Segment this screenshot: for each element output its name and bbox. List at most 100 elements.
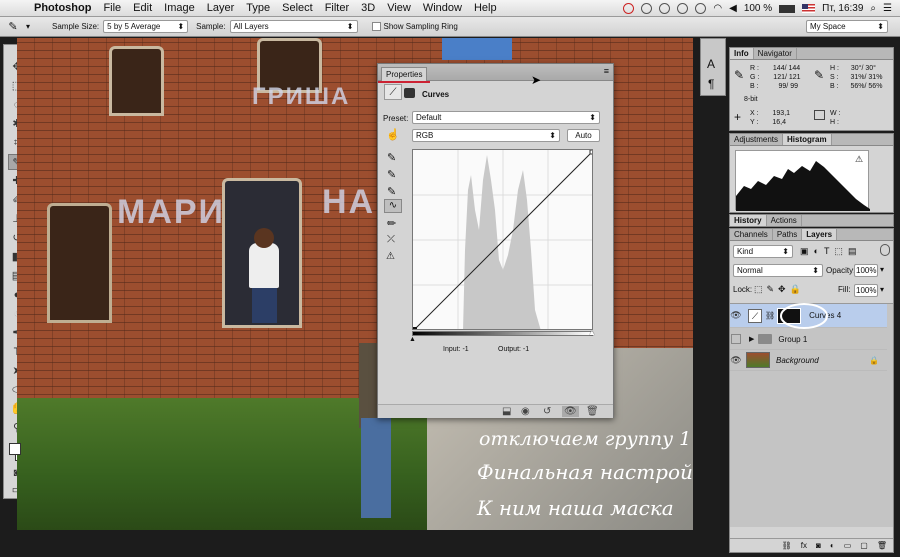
workspace-select[interactable]: My Space ⬍ bbox=[806, 20, 888, 33]
black-point-eyedropper-icon[interactable]: ✎ bbox=[387, 151, 396, 164]
status-icon[interactable] bbox=[641, 3, 653, 14]
panel-menu-icon[interactable]: ≡ bbox=[604, 66, 609, 76]
gray-point-eyedropper-icon[interactable]: ✎ bbox=[387, 168, 396, 181]
cache-warning-icon[interactable]: ⚠ bbox=[855, 154, 863, 165]
target-adjust-icon[interactable]: ☝ bbox=[386, 128, 400, 141]
channel-select[interactable]: RGB ⬍ bbox=[412, 129, 560, 142]
layer-row[interactable]: 👁 Background 🔒 bbox=[730, 350, 887, 371]
opacity-field[interactable]: 100% bbox=[854, 264, 878, 277]
visibility-eye-icon[interactable]: 👁 bbox=[730, 310, 742, 321]
white-point-eyedropper-icon[interactable]: ✎ bbox=[387, 185, 396, 198]
menu-type[interactable]: Type bbox=[240, 2, 276, 14]
tab-histogram[interactable]: Histogram bbox=[783, 134, 832, 145]
girl-head bbox=[254, 228, 274, 248]
menu-app-name[interactable]: Photoshop bbox=[28, 2, 97, 14]
filter-kind-select[interactable]: Kind ⬍ bbox=[733, 245, 793, 258]
clock-icon[interactable] bbox=[677, 3, 689, 14]
visibility-toggle-empty[interactable] bbox=[731, 334, 741, 344]
menu-select[interactable]: Select bbox=[276, 2, 319, 14]
delete-layer-icon[interactable]: 🗑 bbox=[877, 541, 887, 550]
menu-window[interactable]: Window bbox=[417, 2, 468, 14]
menu-edit[interactable]: Edit bbox=[127, 2, 158, 14]
sample-select[interactable]: All Layers ⬍ bbox=[229, 20, 358, 33]
tab-actions[interactable]: Actions bbox=[767, 215, 802, 226]
layer-row[interactable]: ▶ Group 1 bbox=[730, 329, 887, 350]
paragraph-panel-icon[interactable]: ¶ bbox=[708, 77, 714, 91]
annotation-circle-icon bbox=[780, 303, 828, 329]
tab-layers[interactable]: Layers bbox=[802, 229, 838, 240]
battery-level[interactable]: 100 % bbox=[744, 3, 772, 14]
tool-preset-chevron-icon[interactable]: ▾ bbox=[26, 22, 36, 31]
sample-size-select[interactable]: 5 by 5 Average ⬍ bbox=[103, 20, 189, 33]
clip-to-layer-icon[interactable]: ⬓ bbox=[502, 406, 511, 417]
preset-select[interactable]: Default ⬍ bbox=[412, 111, 600, 124]
reset-icon[interactable]: ↺ bbox=[543, 406, 551, 417]
fill-field[interactable]: 100% bbox=[854, 284, 878, 297]
layers-footer: ⛓ fx ◙ ◐ ▭ ▢ 🗑 bbox=[730, 538, 893, 552]
fill-dropdown-icon[interactable]: ▾ bbox=[880, 285, 884, 294]
tab-properties[interactable]: Properties bbox=[377, 67, 431, 83]
filter-toggle-icon[interactable] bbox=[880, 244, 890, 256]
mouse-cursor-icon: ➤ bbox=[531, 73, 542, 87]
tab-navigator[interactable]: Navigator bbox=[754, 48, 797, 59]
menu-layer[interactable]: Layer bbox=[201, 2, 241, 14]
battery-icon[interactable] bbox=[779, 4, 796, 13]
menu-image[interactable]: Image bbox=[158, 2, 201, 14]
blend-mode-select[interactable]: Normal ⬍ bbox=[733, 264, 823, 277]
menu-filter[interactable]: Filter bbox=[319, 2, 355, 14]
mask-icon[interactable] bbox=[404, 88, 415, 98]
curves-graph[interactable] bbox=[412, 149, 593, 330]
tab-channels[interactable]: Channels bbox=[730, 229, 773, 240]
sample-size-label: Sample Size: bbox=[52, 22, 100, 31]
eyedropper-tool-icon[interactable]: ✎ bbox=[0, 20, 26, 33]
crosshair-icon: + bbox=[734, 110, 742, 124]
layer-filter-icons[interactable]: ▣◐T⬚▤ bbox=[800, 246, 861, 257]
tab-paths[interactable]: Paths bbox=[773, 229, 803, 240]
clipping-warning-icon[interactable]: ⚠ bbox=[386, 251, 395, 262]
adjustment-layer-icon[interactable]: ◐ bbox=[830, 541, 835, 550]
layer-name[interactable]: Background bbox=[776, 356, 819, 365]
delete-adjustment-icon[interactable]: 🗑 bbox=[586, 406, 599, 417]
group-expand-icon[interactable]: ▶ bbox=[749, 335, 754, 343]
link-layers-icon[interactable]: ⛓ bbox=[782, 541, 792, 550]
notification-center-icon[interactable]: ☰ bbox=[883, 3, 892, 14]
menu-file[interactable]: File bbox=[97, 2, 127, 14]
curve-points-tool-icon[interactable]: ∿ bbox=[384, 199, 402, 213]
opacity-dropdown-icon[interactable]: ▾ bbox=[880, 265, 884, 274]
menu-help[interactable]: Help bbox=[468, 2, 503, 14]
volume-icon[interactable]: ◀ bbox=[729, 3, 737, 14]
visibility-eye-icon[interactable]: 👁 bbox=[730, 355, 742, 366]
white-slider-icon[interactable]: ▲ bbox=[588, 328, 596, 337]
tab-adjustments[interactable]: Adjustments bbox=[730, 134, 784, 145]
graffiti-text: НА bbox=[322, 183, 376, 221]
fx-icon[interactable]: fx bbox=[801, 541, 807, 550]
auto-button[interactable]: Auto bbox=[567, 129, 600, 142]
pencil-draw-icon[interactable]: ✏ bbox=[387, 217, 396, 230]
tab-history[interactable]: History bbox=[730, 215, 767, 226]
show-sampling-ring-checkbox[interactable] bbox=[371, 22, 381, 31]
wh-readout: W : H : bbox=[830, 110, 841, 126]
sync-icon[interactable] bbox=[659, 3, 671, 14]
input-source-flag-icon[interactable] bbox=[802, 4, 816, 13]
wifi-icon[interactable]: ◠ bbox=[713, 3, 722, 14]
lock-options-icons[interactable]: ⬚✎✥🔒 bbox=[754, 284, 805, 295]
bluetooth-icon[interactable] bbox=[695, 3, 707, 14]
lock-icon: 🔒 bbox=[869, 355, 879, 365]
menu-view[interactable]: View bbox=[381, 2, 417, 14]
visibility-toggle-icon[interactable]: 👁 bbox=[562, 406, 579, 417]
smooth-curve-icon[interactable]: ⤫ bbox=[387, 234, 395, 245]
character-panel-icon[interactable]: A bbox=[707, 57, 715, 71]
notification-icon[interactable] bbox=[623, 3, 635, 14]
black-slider-icon[interactable]: ▲ bbox=[409, 336, 416, 343]
foreground-color-swatch[interactable] bbox=[9, 443, 21, 455]
new-layer-icon[interactable]: ▢ bbox=[860, 541, 868, 550]
menu-clock[interactable]: Пт, 16:39 bbox=[822, 3, 863, 14]
spotlight-icon[interactable]: ⌕ bbox=[870, 3, 876, 14]
add-mask-icon[interactable]: ◙ bbox=[816, 541, 821, 550]
new-group-icon[interactable]: ▭ bbox=[844, 541, 852, 550]
view-previous-icon[interactable]: ◉ bbox=[521, 406, 530, 417]
curves-adjustment-icon[interactable]: ⟋ bbox=[384, 84, 402, 100]
tab-info[interactable]: Info bbox=[730, 48, 754, 59]
layer-name[interactable]: Group 1 bbox=[778, 335, 807, 344]
menu-3d[interactable]: 3D bbox=[355, 2, 381, 14]
